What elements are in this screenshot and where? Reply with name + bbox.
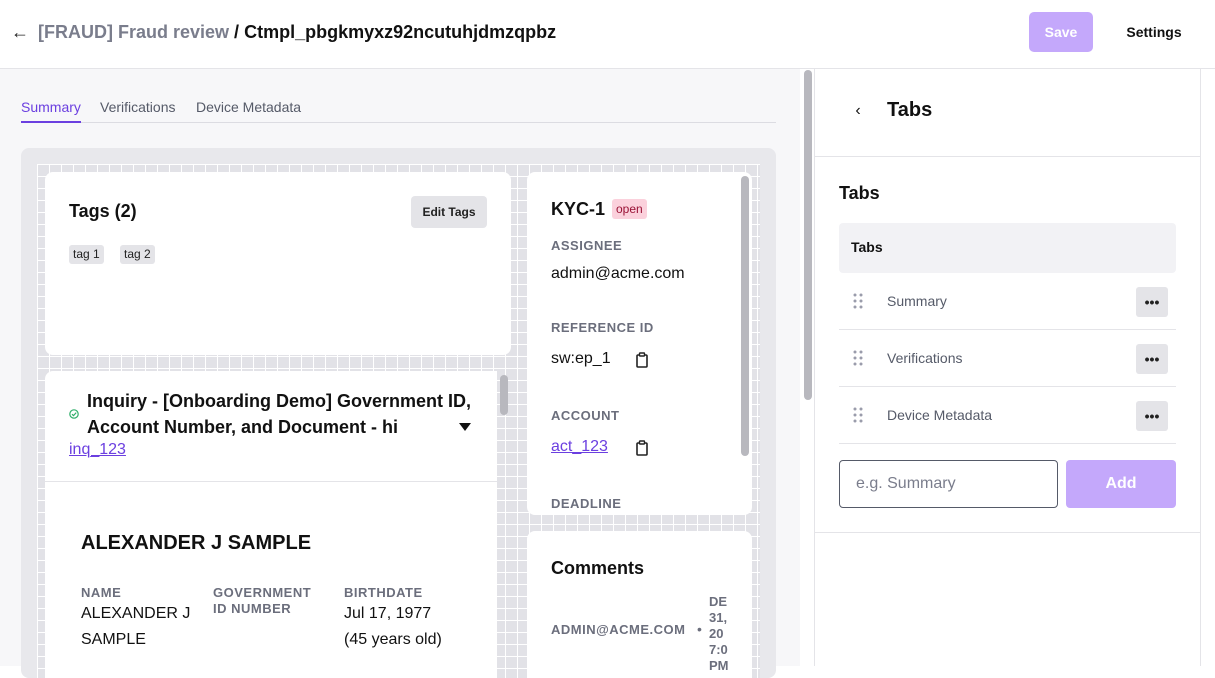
copy-icon[interactable] [635,440,649,456]
layout-canvas: Tags (2) Edit Tags tag 1 tag 2 KYC-1 ope… [21,148,776,678]
name-value-line-2: SAMPLE [81,631,146,648]
account-link[interactable]: act_123 [551,438,608,456]
tag-badge: tag 1 [69,245,104,264]
check-circle-icon [69,409,79,419]
breadcrumb-parent[interactable]: [FRAUD] Fraud review [38,22,229,42]
birthdate-value: Jul 17, 1977 [344,605,432,622]
save-button[interactable]: Save [1029,12,1093,52]
inquiry-card[interactable]: Inquiry - [Onboarding Demo] Government I… [45,371,497,678]
tab-verifications[interactable]: Verifications [100,97,175,117]
drag-handle-icon[interactable] [853,407,863,423]
inquiry-link[interactable]: inq_123 [69,441,126,459]
tab-summary[interactable]: Summary [21,97,81,123]
settings-button[interactable]: Settings [1112,12,1196,52]
list-item[interactable]: Summary ••• [839,273,1176,330]
list-item-label: Device Metadata [887,407,993,423]
section-title: Tabs [839,183,880,203]
case-title: KYC-1 [551,199,606,219]
age-value: (45 years old) [344,631,442,648]
comment-date-line: PM [709,658,729,673]
comment-author: ADMIN@ACME.COM [551,622,686,637]
assignee-value: admin@acme.com [551,265,685,282]
person-name: ALEXANDER J SAMPLE [81,532,312,554]
comment-date-line: 7:0 [709,642,728,657]
top-bar: ← [FRAUD] Fraud review / Ctmpl_pbgkmyxz9… [0,0,1215,69]
name-value-line-1: ALEXANDER J [81,605,191,622]
drag-handle-icon[interactable] [853,350,863,366]
list-item-label: Verifications [887,350,963,366]
comment-date-line: 31, [709,610,728,625]
tabs-settings-panel: ‹ Tabs Tabs Tabs Summary ••• Verificatio… [814,69,1201,666]
status-badge: open [612,199,647,219]
government-id-label-line-1: GOVERNMENT [213,585,312,600]
copy-icon[interactable] [635,352,649,368]
drag-handle-icon[interactable] [853,293,863,309]
comment-date: DE 31, 20 7:0 PM [709,594,733,674]
edit-tags-button[interactable]: Edit Tags [411,196,487,228]
add-tab-button[interactable]: Add [1066,460,1176,508]
table-header: Tabs [839,223,1176,273]
comments-title: Comments [551,558,645,578]
name-label: NAME [81,585,122,600]
list-item[interactable]: Verifications ••• [839,330,1176,387]
tag-badge: tag 2 [120,245,155,264]
comment-date-line: DE [709,594,728,609]
comment-separator: • [697,621,702,637]
more-options-button[interactable]: ••• [1136,401,1168,431]
inquiry-scrollbar[interactable] [500,375,508,415]
tags-card[interactable]: Tags (2) Edit Tags tag 1 tag 2 [45,172,511,355]
breadcrumb: [FRAUD] Fraud review / Ctmpl_pbgkmyxz92n… [38,20,556,44]
comments-card[interactable]: Comments ADMIN@ACME.COM • DE 31, 20 7:0 … [527,531,752,678]
more-options-button[interactable]: ••• [1136,287,1168,317]
account-label: ACCOUNT [551,408,620,423]
tab-bar: Summary Verifications Device Metadata [21,97,776,123]
tab-device-metadata[interactable]: Device Metadata [196,97,301,117]
comment-date-line: 20 [709,626,724,641]
new-tab-input[interactable] [839,460,1058,508]
breadcrumb-separator: / [234,22,240,42]
breadcrumb-current: Ctmpl_pbgkmyxz92ncutuhjdmzqpbz [244,22,557,42]
editor-area: Summary Verifications Device Metadata Ta… [0,69,800,678]
list-item[interactable]: Device Metadata ••• [839,387,1176,444]
list-item-label: Summary [887,293,947,309]
chevron-left-icon[interactable]: ‹ [849,99,867,123]
divider [45,481,497,482]
arrow-left-icon[interactable]: ← [10,20,30,44]
deadline-label: DEADLINE [551,496,622,511]
more-options-button[interactable]: ••• [1136,344,1168,374]
inquiry-title: Inquiry - [Onboarding Demo] Government I… [87,391,472,437]
reference-id-value: sw:ep_1 [551,350,611,367]
chevron-down-icon[interactable] [459,423,471,431]
assignee-label: ASSIGNEE [551,238,623,253]
tags-title: Tags (2) [69,201,137,221]
case-info-card[interactable]: KYC-1 open ASSIGNEE admin@acme.com REFER… [527,172,752,515]
panel-title: Tabs [887,99,933,121]
panel-header: ‹ Tabs [815,69,1200,157]
card-scrollbar[interactable] [741,176,749,456]
table-header-label: Tabs [851,239,883,255]
birthdate-label: BIRTHDATE [344,585,423,600]
divider [815,532,1200,533]
page-scrollbar[interactable] [804,70,812,400]
government-id-label-line-2: ID NUMBER [213,601,292,616]
reference-id-label: REFERENCE ID [551,320,654,335]
